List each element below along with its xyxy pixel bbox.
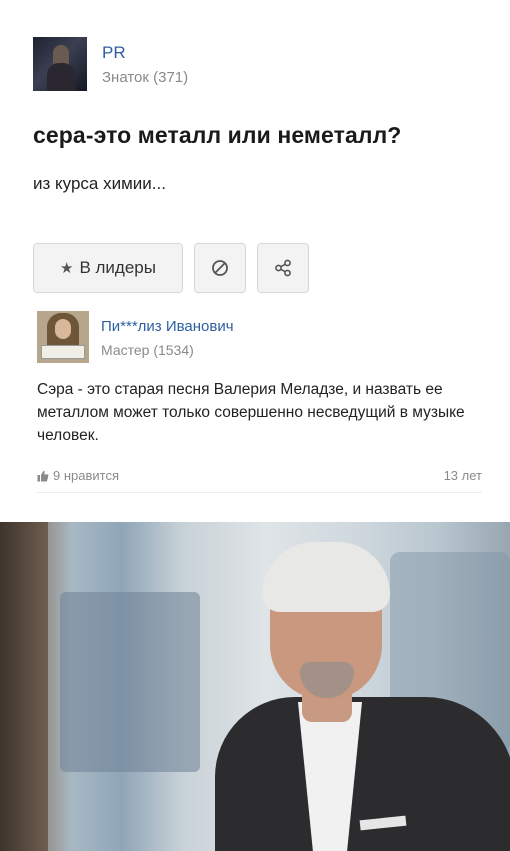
thumbs-up-icon: [37, 470, 49, 481]
answer-age: 13 лет: [443, 468, 482, 483]
question-author-meta: PR Знаток (371): [102, 43, 188, 86]
avatar-sign: [41, 345, 85, 359]
share-button[interactable]: [257, 243, 309, 293]
answer-author-avatar[interactable]: [37, 311, 89, 363]
answer-text: Сэра - это старая песня Валерия Меладзе,…: [37, 381, 465, 444]
answer-author-meta: Пи***лиз Иванович Мастер (1534): [101, 317, 234, 358]
like-button[interactable]: 9 нравится: [37, 468, 119, 483]
question-author-rank: Знаток (371): [102, 68, 189, 86]
share-icon: [275, 259, 291, 277]
question-author: PR Знаток (371): [33, 37, 188, 91]
question-title: сера-это металл или неметалл?: [33, 122, 402, 148]
answer-author: Пи***лиз Иванович Мастер (1534): [37, 311, 234, 363]
question-body: из курса химии...: [33, 174, 166, 193]
likes-count: 9 нравится: [53, 468, 119, 483]
question-author-name[interactable]: PR: [102, 43, 188, 63]
star-icon: ★: [60, 260, 74, 277]
divider: [37, 492, 482, 493]
question-actions: ★ В лидеры: [33, 243, 309, 293]
answer-footer: 9 нравится 13 лет: [37, 468, 482, 483]
photo-background-blur: [60, 592, 200, 772]
block-icon: [212, 260, 228, 276]
answer-author-rank: Мастер (1534): [101, 341, 194, 358]
meladze-photo: [0, 522, 510, 851]
question-author-avatar[interactable]: [33, 37, 87, 91]
photo-background-left: [0, 522, 48, 851]
photo-hair: [262, 542, 390, 612]
to-leaders-label: В лидеры: [79, 258, 156, 277]
avatar-face: [55, 319, 71, 339]
answer-author-name[interactable]: Пи***лиз Иванович: [101, 317, 234, 337]
to-leaders-button[interactable]: ★ В лидеры: [33, 243, 183, 293]
block-button[interactable]: [194, 243, 246, 293]
avatar-figure-body: [47, 63, 75, 91]
